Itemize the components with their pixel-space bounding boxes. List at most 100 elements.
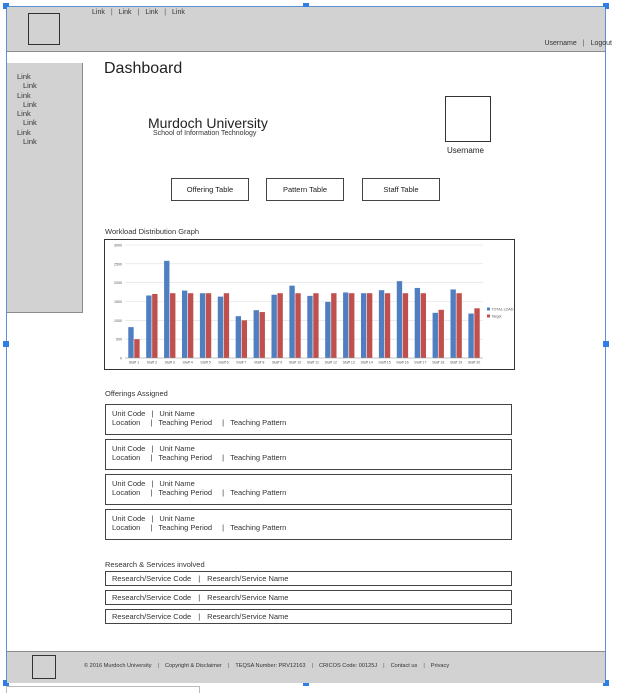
x-tick-label: Staff 8 (254, 361, 264, 365)
separator: | (222, 418, 225, 427)
offering-card[interactable]: Unit Code | Unit Name Location | Teaching Per… (105, 509, 512, 540)
pattern-table-button[interactable]: Pattern Table (266, 178, 344, 201)
resize-handle[interactable] (603, 341, 609, 347)
bar-total-load (271, 294, 277, 358)
legend-label: Target (492, 315, 502, 319)
footer-link[interactable]: Copyright & Disclaimer (165, 663, 222, 669)
y-tick-label: 0 (120, 357, 122, 361)
x-tick-label: Staff 5 (200, 361, 210, 365)
bar-total-load (343, 292, 349, 358)
bar-total-load (181, 290, 188, 358)
separator: | (311, 663, 313, 669)
x-tick-label: Staff 15 (378, 361, 390, 365)
bar-target (474, 308, 480, 358)
bar-target (331, 293, 337, 358)
x-tick-label: Staff 2 (147, 361, 157, 365)
offering-card[interactable]: Unit Code | Unit Name Location | Teaching Per… (105, 404, 512, 435)
bar-total-load (396, 281, 403, 358)
location: Location (112, 488, 141, 497)
sidebar-nav: Link Link Link Link Link Link Link Link (17, 72, 37, 146)
logo-placeholder[interactable] (28, 13, 60, 45)
bar-total-load (468, 313, 474, 358)
sidebar-item-link[interactable]: Link (17, 137, 37, 146)
unit-code: Unit Code (112, 514, 146, 523)
separator: | (151, 514, 154, 523)
footer-links: © 2016 Murdoch University | Copyright & Di… (84, 663, 449, 669)
bar-target (170, 293, 176, 358)
separator: | (164, 9, 167, 16)
research-code: Research/Service Code (112, 612, 192, 621)
staff-table-button[interactable]: Staff Table (362, 178, 440, 201)
separator: | (151, 409, 154, 418)
bar-target (134, 339, 140, 358)
logout-link[interactable]: Logout (591, 40, 612, 47)
research-heading: Research & Services involved (105, 560, 205, 569)
research-row[interactable]: Research/Service Code | Research/Service N… (105, 609, 512, 624)
offering-line-1: Unit Code | Unit Name (112, 514, 511, 523)
unit-name: Unit Name (159, 444, 195, 453)
x-tick-label: Staff 20 (468, 361, 480, 365)
unit-code: Unit Code (112, 479, 146, 488)
top-nav-link[interactable]: Link (92, 9, 105, 16)
sidebar-item-link[interactable]: Link (17, 118, 37, 127)
top-nav: Link | Link | Link | Link (92, 9, 185, 16)
school-name: School of Information Technology (153, 130, 257, 137)
top-nav-link[interactable]: Link (119, 9, 132, 16)
bar-target (295, 293, 301, 358)
top-nav-link[interactable]: Link (145, 9, 158, 16)
x-tick-label: Staff 1 (129, 361, 139, 365)
x-tick-label: Staff 7 (236, 361, 246, 365)
research-row[interactable]: Research/Service Code | Research/Service N… (105, 590, 512, 605)
separator: | (198, 593, 201, 602)
x-tick-label: Staff 12 (325, 361, 337, 365)
bar-target (241, 320, 248, 358)
offering-card[interactable]: Unit Code | Unit Name Location | Teaching Per… (105, 439, 512, 470)
offering-line-2: Location | Teaching Period | Teaching Patter… (112, 418, 511, 427)
bar-target (205, 293, 212, 358)
footer-link[interactable]: CRICOS Code: 00125J (319, 663, 377, 669)
footer-link[interactable]: TEQSA Number: PRV12163 (235, 663, 305, 669)
bar-total-load (378, 290, 385, 358)
x-tick-label: Staff 3 (165, 361, 175, 365)
location: Location (112, 523, 141, 532)
username-link[interactable]: Username (544, 40, 576, 47)
page-tab[interactable] (6, 686, 200, 693)
footer-link[interactable]: Privacy (431, 663, 449, 669)
research-name: Research/Service Name (207, 574, 289, 583)
sidebar-item-link[interactable]: Link (17, 128, 37, 137)
bar-target (456, 293, 462, 358)
page-title: Dashboard (104, 60, 183, 77)
unit-name: Unit Name (159, 479, 195, 488)
x-tick-label: Staff 11 (307, 361, 319, 365)
resize-handle[interactable] (3, 341, 9, 347)
separator: | (222, 488, 225, 497)
separator: | (383, 663, 385, 669)
separator: | (150, 488, 153, 497)
avatar[interactable] (445, 96, 491, 142)
chart-canvas: 0 500 1000 1500 2000 2500 3000 Staff 1 Staff 2 St… (114, 244, 514, 365)
teaching-pattern: Teaching Pattern (230, 523, 287, 532)
offering-card[interactable]: Unit Code | Unit Name Location | Teaching Per… (105, 474, 512, 505)
offering-line-1: Unit Code | Unit Name (112, 479, 511, 488)
unit-code: Unit Code (112, 409, 146, 418)
avatar-username: Username (447, 146, 484, 155)
research-row[interactable]: Research/Service Code | Research/Service N… (105, 571, 512, 586)
footer-link[interactable]: Contact us (391, 663, 418, 669)
sidebar-item-link[interactable]: Link (17, 81, 37, 90)
sidebar-item-link[interactable]: Link (17, 91, 37, 100)
separator: | (222, 523, 225, 532)
separator: | (110, 9, 113, 16)
separator: | (423, 663, 425, 669)
sidebar-item-link[interactable]: Link (17, 100, 37, 109)
research-code: Research/Service Code (112, 593, 192, 602)
bar-total-load (235, 316, 242, 358)
top-nav-link[interactable]: Link (172, 9, 185, 16)
x-tick-label: Staff 14 (360, 361, 372, 365)
y-tick-label: 1500 (114, 300, 122, 304)
x-tick-label: Staff 17 (414, 361, 426, 365)
teaching-pattern: Teaching Pattern (230, 488, 287, 497)
offering-table-button[interactable]: Offering Table (171, 178, 249, 201)
sidebar-item-link[interactable]: Link (17, 72, 37, 81)
sidebar-item-link[interactable]: Link (17, 109, 37, 118)
x-tick-label: Staff 18 (432, 361, 444, 365)
